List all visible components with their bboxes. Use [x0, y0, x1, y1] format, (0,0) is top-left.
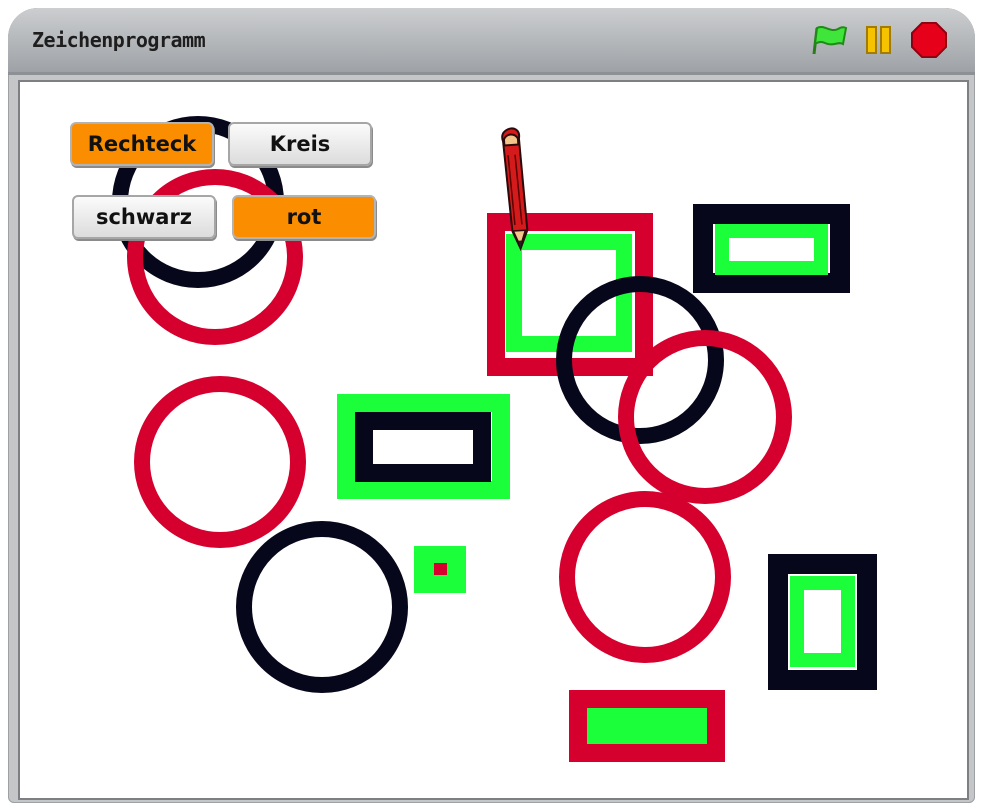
- rechteck-button[interactable]: Rechteck: [70, 122, 214, 166]
- pencil-icon: [501, 127, 529, 252]
- black-rectangle: [355, 412, 491, 482]
- black-circle: [236, 521, 408, 693]
- stop-icon[interactable]: [910, 21, 948, 64]
- green-rectangle: [790, 576, 855, 667]
- red-rectangle: [569, 690, 725, 762]
- green-rectangle: [715, 224, 828, 275]
- window-title: Zeichenprogramm: [32, 28, 206, 52]
- green-flag-icon[interactable]: [808, 22, 850, 63]
- title-bar: Zeichenprogramm: [8, 8, 975, 75]
- rot-button[interactable]: rot: [232, 195, 376, 239]
- drawing-stage[interactable]: Rechteck Kreis schwarz rot: [18, 80, 969, 800]
- stage-window: Zeichenprogramm Rechteck Kreis schwarz r…: [8, 8, 975, 803]
- red-circle: [618, 330, 792, 504]
- red-rectangle: [434, 563, 447, 575]
- red-circle: [559, 491, 731, 663]
- schwarz-button[interactable]: schwarz: [72, 195, 216, 239]
- pause-icon[interactable]: [865, 25, 893, 60]
- drawing-canvas: [112, 116, 877, 762]
- kreis-button[interactable]: Kreis: [228, 122, 372, 166]
- red-circle: [134, 376, 306, 548]
